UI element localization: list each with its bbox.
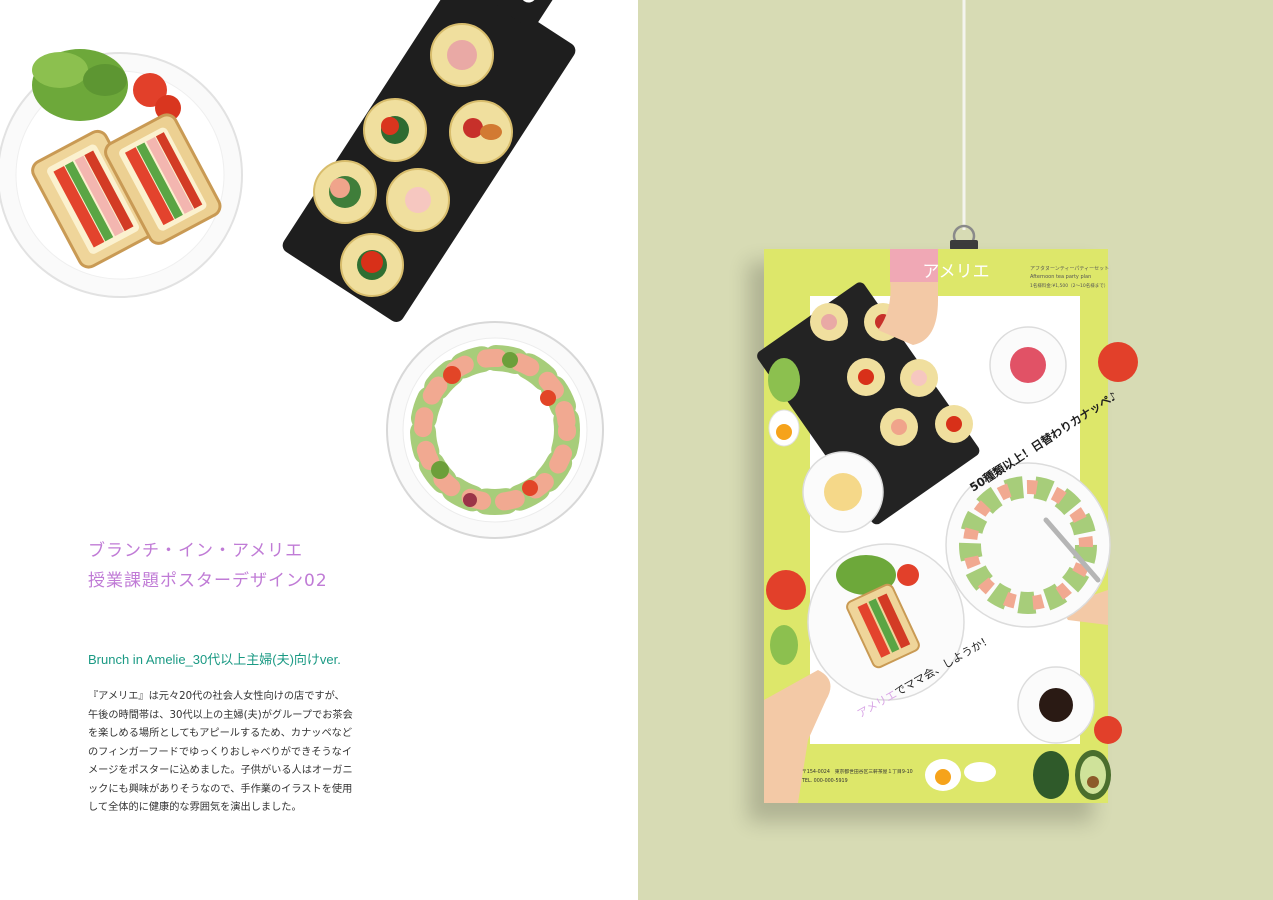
poster-mockup: アメリエ アフタヌーンティーパティーセット Afternoon tea part… — [748, 0, 1138, 822]
description-line: のフィンガーフードでゆっくりおしゃべりができそうなイ — [88, 746, 353, 758]
tea-cup-latte — [802, 451, 884, 533]
page-subtitle: Brunch in Amelie_30代以上主婦(夫)向けver. — [88, 652, 341, 667]
coffee-cup — [1017, 666, 1095, 744]
page-title-line-2: 授業課題ポスターデザイン02 — [88, 571, 328, 591]
salad-wreath-plate-illustration — [386, 321, 604, 539]
description-line: を楽しめる場所としてもアピールするため、カナッペなど — [88, 728, 353, 739]
description-line: メージをポスターに込めました。子供がいる人はオーガニ — [88, 765, 353, 776]
poster-phone: TEL. 000-000-5919 — [801, 778, 848, 784]
canape-board-illustration — [282, 0, 576, 322]
description-line: 『アメリエ』は元々20代の社会人女性向けの店ですが、 — [88, 691, 345, 702]
tea-cup-red — [989, 326, 1067, 404]
description-paragraph: 『アメリエ』は元々20代の社会人女性向けの店ですが、 午後の時間帯は、30代以上… — [88, 688, 370, 818]
poster-plan-title-ja: アフタヌーンティーパティーセット — [1030, 265, 1109, 272]
poster-mockup-page: アメリエ アフタヌーンティーパティーセット Afternoon tea part… — [638, 0, 1273, 900]
page-title-line-1: ブランチ・イン・アメリエ — [88, 541, 304, 561]
description-line: 午後の時間帯は、30代以上の主婦(夫)がグループでお茶会 — [88, 709, 353, 721]
poster: アメリエ アフタヌーンティーパティーセット Afternoon tea part… — [757, 249, 1138, 803]
poster-plan-price: 1名様料金:¥1,500（2〜10名様まで） — [1030, 282, 1108, 289]
description-line: ックにも興味がありそうなので、手作業のイラストを使用 — [88, 783, 353, 795]
left-page: ブランチ・イン・アメリエ 授業課題ポスターデザイン02 Brunch in Am… — [0, 0, 638, 900]
poster-sandwich-plate — [807, 543, 965, 701]
sandwich-plate-illustration — [0, 49, 243, 298]
poster-address: 〒154-0024 東京都世田谷区三軒茶屋１丁目9-10 — [802, 768, 913, 775]
poster-logo: アメリエ — [922, 262, 989, 282]
description-line: して全体的に健康的な雰囲気を演出しました。 — [88, 802, 302, 813]
poster-plan-title-en: Afternoon tea party plan — [1030, 274, 1091, 280]
